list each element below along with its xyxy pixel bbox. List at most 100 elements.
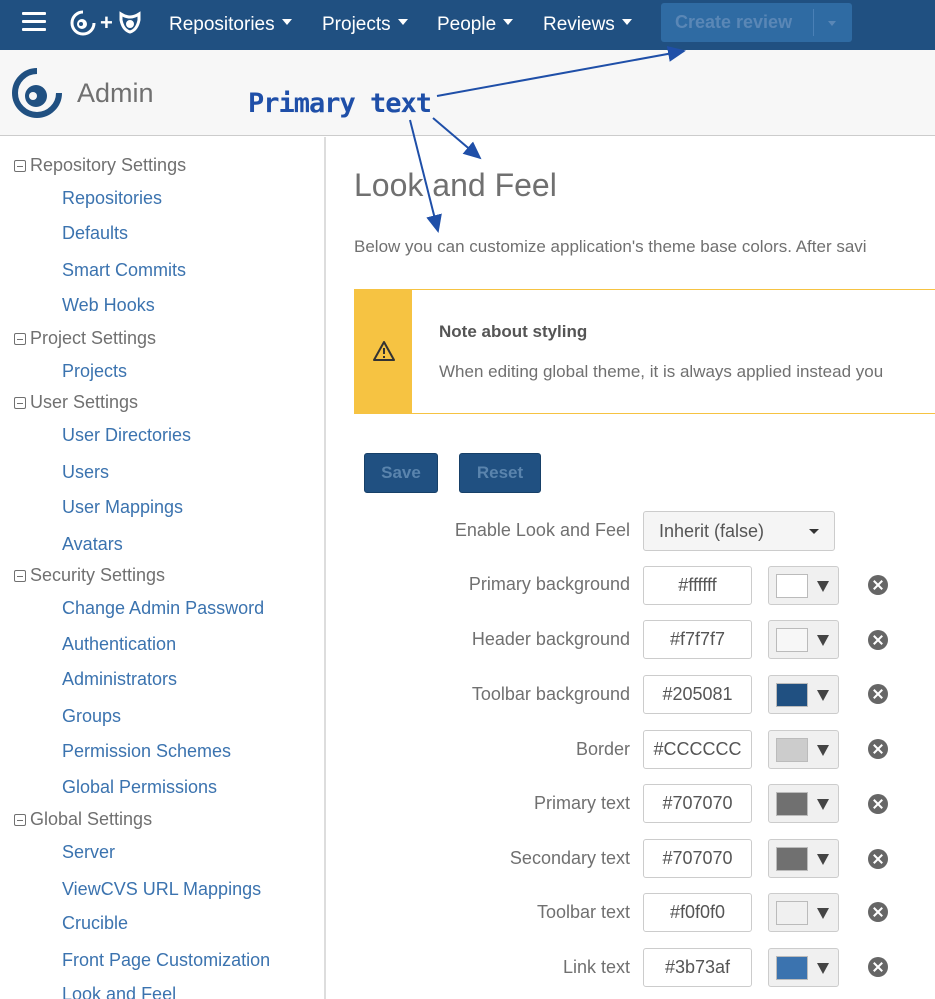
toolbar-background-picker[interactable] xyxy=(768,675,839,714)
clear-icon[interactable] xyxy=(868,630,888,650)
nav-menu-label: Repositories xyxy=(169,14,275,35)
toolbar-text-field[interactable]: #f0f0f0 xyxy=(643,893,752,932)
sidebar-item-defaults[interactable]: Defaults xyxy=(62,223,128,244)
collapse-icon[interactable] xyxy=(14,396,26,409)
color-swatch xyxy=(776,683,808,707)
primary-background-picker[interactable] xyxy=(768,566,839,605)
primary-text-field[interactable]: #707070 xyxy=(643,784,752,823)
nav-repositories-menu[interactable]: Repositories xyxy=(169,0,292,50)
enable-look-and-feel-label: Enable Look and Feel xyxy=(454,520,630,540)
sidebar-item-users[interactable]: Users xyxy=(62,462,109,483)
nav-reviews-menu[interactable]: Reviews xyxy=(543,0,632,50)
collapse-icon[interactable] xyxy=(14,569,26,582)
nav-projects-menu[interactable]: Projects xyxy=(322,0,408,50)
collapse-icon[interactable] xyxy=(14,332,26,345)
clear-icon[interactable] xyxy=(868,849,888,869)
clear-icon[interactable] xyxy=(868,794,888,814)
top-navigation-bar: + Repositories Projects People Reviews C… xyxy=(0,0,935,50)
nav-people-menu[interactable]: People xyxy=(437,0,514,50)
create-review-button[interactable]: Create review xyxy=(661,3,852,42)
sidebar-item-administrators[interactable]: Administrators xyxy=(62,669,177,690)
note-title: Note about styling xyxy=(439,322,588,341)
crucible-logo-icon xyxy=(119,11,141,34)
menu-icon[interactable] xyxy=(22,12,46,32)
primary-text-picker[interactable] xyxy=(768,784,839,823)
sidebar-item-crucible[interactable]: Crucible xyxy=(62,913,128,934)
collapse-icon[interactable] xyxy=(14,813,26,826)
sidebar-item-groups[interactable]: Groups xyxy=(62,706,121,727)
chevron-down-icon xyxy=(621,19,632,25)
dropdown-triangle-icon xyxy=(817,635,829,646)
clear-icon[interactable] xyxy=(868,575,888,595)
clear-icon[interactable] xyxy=(868,902,888,922)
button-divider xyxy=(813,9,814,36)
admin-header: Admin xyxy=(0,50,935,136)
link-text-field[interactable]: #3b73af xyxy=(643,948,752,987)
secondary-text-picker[interactable] xyxy=(768,839,839,878)
sidebar-item-user-directories[interactable]: User Directories xyxy=(62,425,191,446)
note-body: When editing global theme, it is always … xyxy=(439,362,884,381)
clear-icon[interactable] xyxy=(868,739,888,759)
primary-text-label: Primary text xyxy=(533,793,630,813)
sidebar-section-project-settings[interactable]: Project Settings xyxy=(14,328,156,349)
plus-glyph: + xyxy=(100,10,113,35)
color-swatch xyxy=(776,574,808,598)
chevron-down-icon xyxy=(809,529,819,534)
dropdown-triangle-icon xyxy=(817,581,829,592)
dropdown-triangle-icon xyxy=(817,745,829,756)
reset-button[interactable]: Reset xyxy=(459,453,541,493)
primary-background-field[interactable]: #ffffff xyxy=(643,566,752,605)
sidebar-item-global-permissions[interactable]: Global Permissions xyxy=(62,777,217,798)
link-text-picker[interactable] xyxy=(768,948,839,987)
enable-look-and-feel-select[interactable]: Inherit (false) xyxy=(643,511,835,551)
app-logo[interactable]: + xyxy=(70,9,143,37)
warning-note: Note about styling When editing global t… xyxy=(354,289,935,414)
nav-menu-label: Reviews xyxy=(543,14,615,35)
toolbar-text-picker[interactable] xyxy=(768,893,839,932)
color-swatch xyxy=(776,956,808,980)
sidebar-item-repositories[interactable]: Repositories xyxy=(62,188,162,209)
dropdown-triangle-icon xyxy=(817,690,829,701)
color-swatch xyxy=(776,738,808,762)
sidebar-section-user-settings[interactable]: User Settings xyxy=(14,392,138,413)
collapse-icon[interactable] xyxy=(14,159,26,172)
border-label: Border xyxy=(575,739,630,759)
save-button[interactable]: Save xyxy=(364,453,438,493)
sidebar-item-server[interactable]: Server xyxy=(62,842,115,863)
color-swatch xyxy=(776,628,808,652)
sidebar-section-security-settings[interactable]: Security Settings xyxy=(14,565,165,586)
sidebar-item-smart-commits[interactable]: Smart Commits xyxy=(62,260,186,281)
select-value: Inherit (false) xyxy=(659,521,765,541)
sidebar-item-look-and-feel[interactable]: Look and Feel xyxy=(62,984,176,999)
sidebar-item-viewcvs-url-mappings[interactable]: ViewCVS URL Mappings xyxy=(62,879,261,900)
secondary-text-label: Secondary text xyxy=(509,848,630,868)
sidebar-item-avatars[interactable]: Avatars xyxy=(62,534,123,555)
sidebar-item-permission-schemes[interactable]: Permission Schemes xyxy=(62,741,231,762)
header-background-field[interactable]: #f7f7f7 xyxy=(643,620,752,659)
toolbar-text-label: Toolbar text xyxy=(536,902,630,922)
section-label: Repository Settings xyxy=(30,155,187,175)
sidebar-section-repository-settings[interactable]: Repository Settings xyxy=(14,155,186,176)
clear-icon[interactable] xyxy=(868,957,888,977)
sidebar-item-authentication[interactable]: Authentication xyxy=(62,634,176,655)
sidebar-item-change-admin-password[interactable]: Change Admin Password xyxy=(62,598,264,619)
sidebar-item-projects[interactable]: Projects xyxy=(62,361,127,382)
sidebar-item-web-hooks[interactable]: Web Hooks xyxy=(62,295,155,316)
dropdown-triangle-icon xyxy=(817,854,829,865)
toolbar-background-field[interactable]: #205081 xyxy=(643,675,752,714)
chevron-down-icon[interactable] xyxy=(828,21,836,26)
color-swatch xyxy=(776,847,808,871)
header-background-picker[interactable] xyxy=(768,620,839,659)
border-picker[interactable] xyxy=(768,730,839,769)
secondary-text-field[interactable]: #707070 xyxy=(643,839,752,878)
sidebar-section-global-settings[interactable]: Global Settings xyxy=(14,809,152,830)
sidebar-item-user-mappings[interactable]: User Mappings xyxy=(62,497,183,518)
chevron-down-icon xyxy=(281,19,292,25)
clear-icon[interactable] xyxy=(868,684,888,704)
sidebar-item-front-page-customization[interactable]: Front Page Customization xyxy=(62,950,270,971)
nav-menu-label: Projects xyxy=(322,14,391,35)
dropdown-triangle-icon xyxy=(817,908,829,919)
border-field[interactable]: #CCCCCC xyxy=(643,730,752,769)
section-label: Global Settings xyxy=(30,809,153,829)
primary-background-label: Primary background xyxy=(468,574,630,594)
